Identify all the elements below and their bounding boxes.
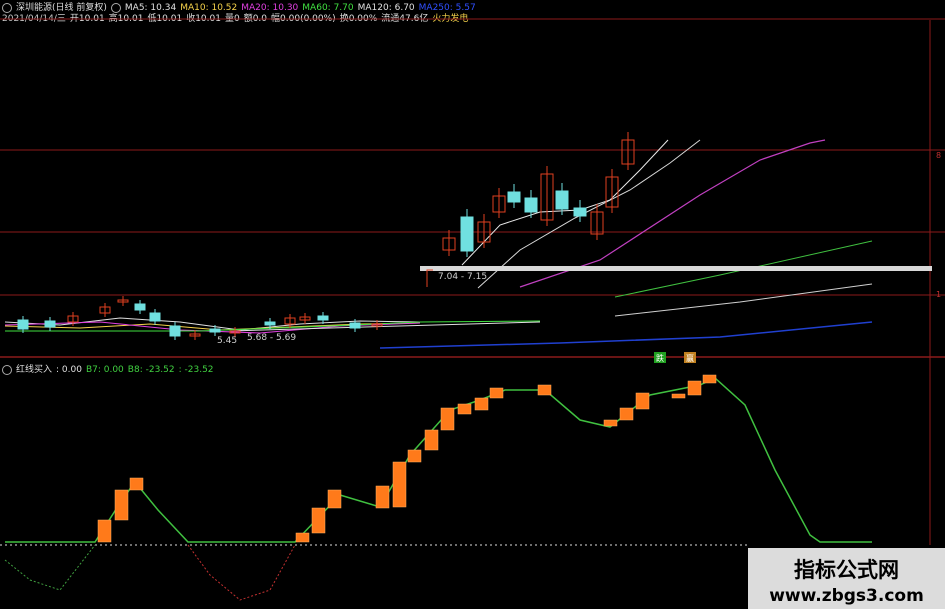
watermark-url: www.zbgs3.com [769,586,924,606]
indicator-bar [311,507,326,534]
watermark-title: 指标公式网 [794,558,899,582]
ma250-line [379,321,873,349]
indicator-value-2: B8: -23.52 [127,365,175,375]
candle [209,328,221,333]
indicator-value-1: B7: 0.00 [85,365,124,375]
indicator-bar [489,387,504,399]
candle [149,312,161,322]
indicator-bar [687,380,702,396]
watermark: 指标公式网 www.zbgs3.com [748,548,945,609]
chart-canvas[interactable]: 8 1 5.45 5.68 - 5.69 7.04 - 7.15 跌 赢 [0,0,945,609]
indicator-line [5,377,872,543]
indicator-bar [295,532,310,543]
indicator-bar [671,393,686,399]
ma20-right-line [519,139,826,288]
indicator-value-3: : -23.52 [178,365,214,375]
gap-marker [426,269,433,287]
ma10-right-line [477,139,701,289]
indicator-bar [537,384,552,396]
indicator-bar [97,519,112,543]
axis-label: 8 [936,151,941,160]
candle [555,190,569,210]
signal-marker: 赢 [686,353,694,363]
indicator-bar [407,449,422,463]
candle [169,325,181,337]
candle [17,319,29,330]
stock-chart-screen: 深圳能源(日线 前复权) MA5: 10.34 MA10: 10.52 MA20: 1… [0,0,945,609]
signal-marker: 跌 [656,353,664,363]
candle [44,320,56,328]
indicator-header: 红线买入 : 0.00 B7: 0.00 B8: -23.52: -23.52 [2,362,222,375]
axis-label: 1 [936,290,941,299]
candle [507,191,521,203]
indicator-bar [327,489,342,509]
low-mid-annotation: 5.68 - 5.69 [247,333,296,343]
indicator-neg-line [187,544,296,601]
gap-annotation: 7.04 - 7.15 [438,272,487,282]
candle [524,197,538,213]
indicator-bar [474,397,489,411]
indicator-neg-line [4,544,96,591]
candle [349,322,361,329]
indicator-title[interactable]: 红线买入 [16,365,52,375]
indicator-bar [375,485,390,509]
indicator-bar [129,477,144,491]
indicator-bar [424,429,439,451]
indicator-values: : 0.00 B7: 0.00 B8: -23.52: -23.52 [56,365,218,375]
indicator-value-0: : 0.00 [56,365,82,375]
low-left-annotation: 5.45 [217,336,237,346]
candle [460,216,474,252]
candle [573,207,587,217]
candle [134,303,146,311]
indicator-bar [702,374,717,384]
indicator-bar [619,407,634,421]
indicator-bar [457,403,472,415]
indicator-bar [440,407,455,431]
gap-band [420,266,932,271]
indicator-bar [392,461,407,508]
candle [264,321,276,326]
indicator-bar [114,489,129,521]
indicator-bar [603,419,618,427]
indicator-circle-icon[interactable] [2,364,12,375]
indicator-bar [635,392,650,410]
candle [317,315,329,321]
